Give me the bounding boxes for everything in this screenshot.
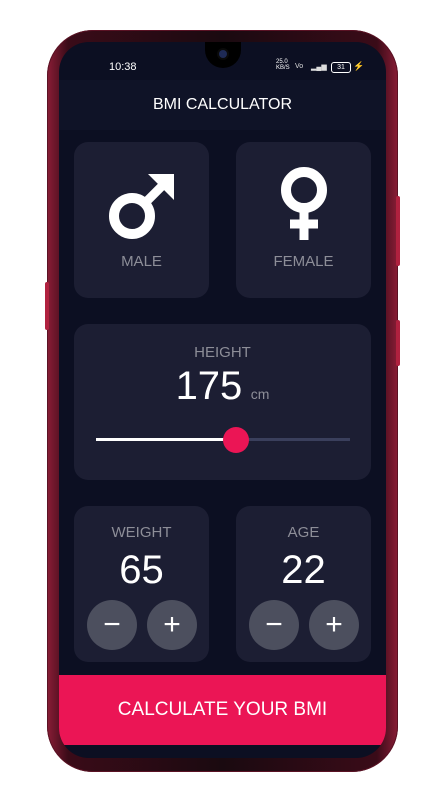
side-button bbox=[396, 320, 400, 366]
power-button bbox=[396, 196, 400, 266]
height-slider[interactable] bbox=[96, 427, 350, 453]
calculate-label: CALCULATE YOUR BMI bbox=[117, 699, 328, 720]
weight-minus-button[interactable]: − bbox=[87, 600, 137, 650]
male-symbol-icon bbox=[109, 174, 174, 239]
volume-button bbox=[45, 282, 49, 330]
age-label: AGE bbox=[287, 524, 320, 541]
height-label: HEIGHT bbox=[194, 344, 251, 361]
front-camera-icon bbox=[219, 50, 227, 58]
male-card[interactable]: MALE bbox=[74, 142, 209, 298]
charging-icon: ⚡ bbox=[353, 61, 365, 71]
female-symbol-icon bbox=[281, 167, 327, 240]
volte-icon: Vo bbox=[295, 63, 304, 70]
status-bar: 10:38 25.0 KB/S Vo ▂▄▆ 31 ⚡ bbox=[59, 58, 386, 78]
battery-icon: 31 bbox=[331, 62, 351, 73]
height-value-row: 175 cm bbox=[74, 364, 371, 409]
slider-active-track bbox=[96, 438, 236, 441]
network-speed-unit: KB/S bbox=[276, 65, 290, 71]
network-speed: 25.0 KB/S bbox=[276, 59, 290, 71]
weight-card: WEIGHT 65 − + bbox=[74, 506, 209, 662]
male-label: MALE bbox=[121, 253, 162, 270]
app-bar: BMI CALCULATOR bbox=[59, 80, 386, 130]
calculate-button[interactable]: CALCULATE YOUR BMI bbox=[59, 675, 386, 745]
page-title: BMI CALCULATOR bbox=[153, 96, 292, 113]
weight-label: WEIGHT bbox=[111, 524, 172, 541]
height-value: 175 bbox=[175, 364, 243, 408]
slider-thumb[interactable] bbox=[223, 427, 249, 453]
weight-plus-button[interactable]: + bbox=[147, 600, 197, 650]
age-minus-button[interactable]: − bbox=[249, 600, 299, 650]
height-unit: cm bbox=[250, 386, 270, 402]
screen: 10:38 25.0 KB/S Vo ▂▄▆ 31 ⚡ BMI CALCULAT… bbox=[59, 42, 386, 758]
female-label: FEMALE bbox=[273, 253, 334, 270]
height-card: HEIGHT 175 cm bbox=[74, 324, 371, 480]
weight-value: 65 bbox=[119, 548, 164, 592]
age-value: 22 bbox=[281, 548, 326, 592]
age-card: AGE 22 − + bbox=[236, 506, 371, 662]
signal-icon: ▂▄▆ bbox=[311, 64, 327, 71]
age-plus-button[interactable]: + bbox=[309, 600, 359, 650]
female-card[interactable]: FEMALE bbox=[236, 142, 371, 298]
status-time: 10:38 bbox=[109, 61, 137, 73]
